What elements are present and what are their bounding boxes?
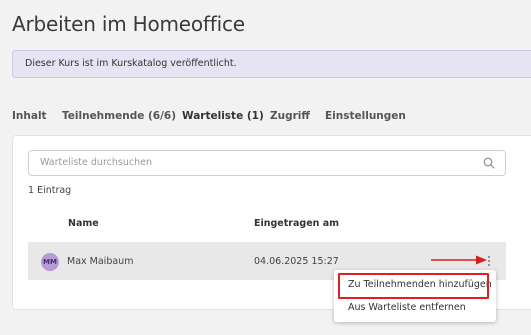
arrow-annotation-icon: [431, 255, 487, 265]
menu-item-label: Zu Teilnehmenden hinzufügen: [348, 279, 492, 290]
tab-inhalt[interactable]: Inhalt: [12, 110, 47, 122]
banner-text: Dieser Kurs ist im Kurskatalog veröffent…: [25, 58, 237, 69]
tab-warteliste[interactable]: Warteliste (1): [182, 110, 264, 122]
avatar: MM: [41, 253, 59, 271]
search-input[interactable]: [38, 156, 472, 169]
result-count: 1 Eintrag: [28, 185, 72, 196]
row-date: 04.06.2025 15:27: [254, 256, 339, 267]
row-action-menu: Zu Teilnehmenden hinzufügen Aus Wartelis…: [334, 270, 496, 322]
info-banner: Dieser Kurs ist im Kurskatalog veröffent…: [12, 50, 531, 78]
menu-item-add-to-participants[interactable]: Zu Teilnehmenden hinzufügen: [334, 274, 496, 296]
menu-item-label: Aus Warteliste entfernen: [348, 302, 466, 313]
menu-item-remove-from-waitlist[interactable]: Aus Warteliste entfernen: [334, 297, 496, 319]
column-header-date: Eingetragen am: [254, 218, 340, 229]
search-icon[interactable]: [483, 157, 495, 169]
column-header-name: Name: [68, 218, 99, 229]
row-name: Max Maibaum: [67, 256, 134, 267]
tab-einstellungen[interactable]: Einstellungen: [325, 110, 406, 122]
tab-teilnehmende[interactable]: Teilnehmende (6/6): [62, 110, 176, 122]
search-field[interactable]: [28, 150, 506, 176]
page-title: Arbeiten im Homeoffice: [12, 12, 245, 36]
tab-zugriff[interactable]: Zugriff: [270, 110, 310, 122]
